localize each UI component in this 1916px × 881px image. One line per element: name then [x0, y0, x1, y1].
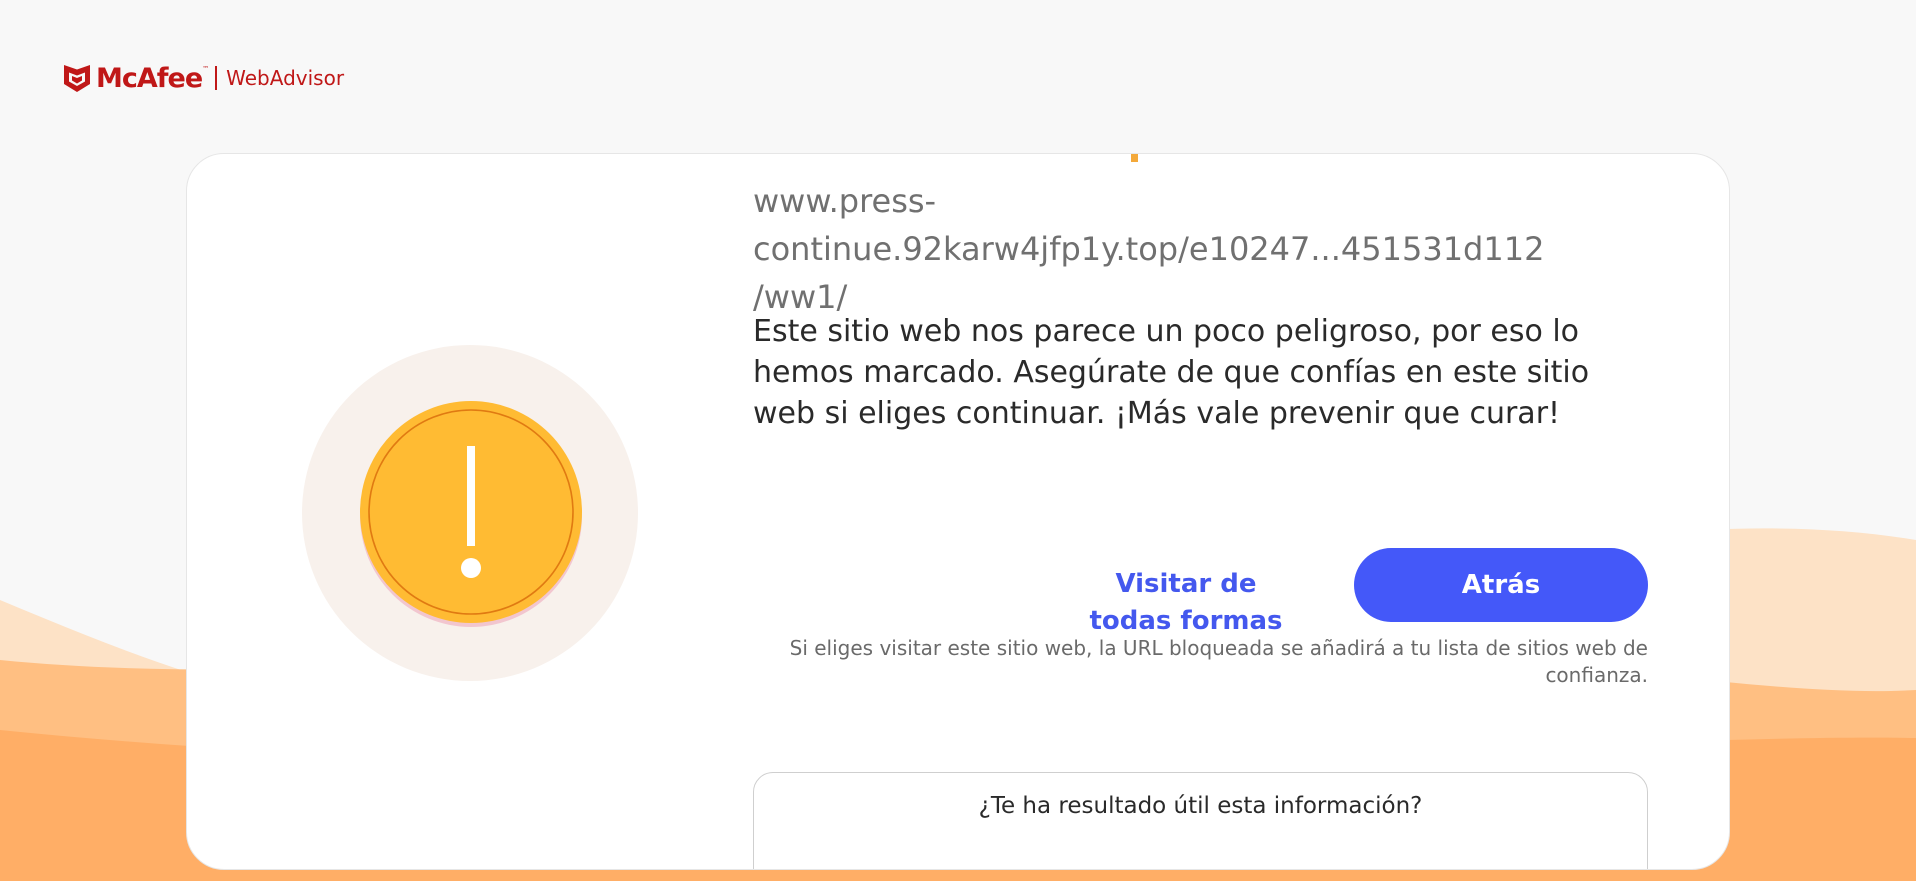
logo-divider — [215, 66, 218, 90]
product-name: WebAdvisor — [226, 66, 345, 90]
back-button[interactable]: Atrás — [1354, 548, 1648, 622]
card-top-accent — [1131, 154, 1138, 162]
feedback-panel: ¿Te ha resultado útil esta información? — [753, 772, 1648, 869]
mcafee-webadvisor-logo: McAfee ™ WebAdvisor — [63, 62, 344, 94]
trademark-symbol: ™ — [202, 65, 210, 73]
blocked-url: www.press-continue.92karw4jfp1y.top/e102… — [753, 182, 1545, 316]
brand-name: McAfee — [96, 62, 203, 94]
warning-message: Este sitio web nos parece un poco peligr… — [753, 314, 1590, 431]
trusted-list-note: Si eliges visitar este sitio web, la URL… — [789, 636, 1648, 687]
mcafee-shield-icon — [64, 65, 90, 92]
warning-card: www.press-continue.92karw4jfp1y.top/e102… — [186, 153, 1730, 870]
exclamation-warning-icon — [360, 401, 582, 627]
visit-anyway-link[interactable]: Visitar de todas formas — [1086, 566, 1286, 640]
feedback-question: ¿Te ha resultado útil esta información? — [978, 793, 1423, 819]
